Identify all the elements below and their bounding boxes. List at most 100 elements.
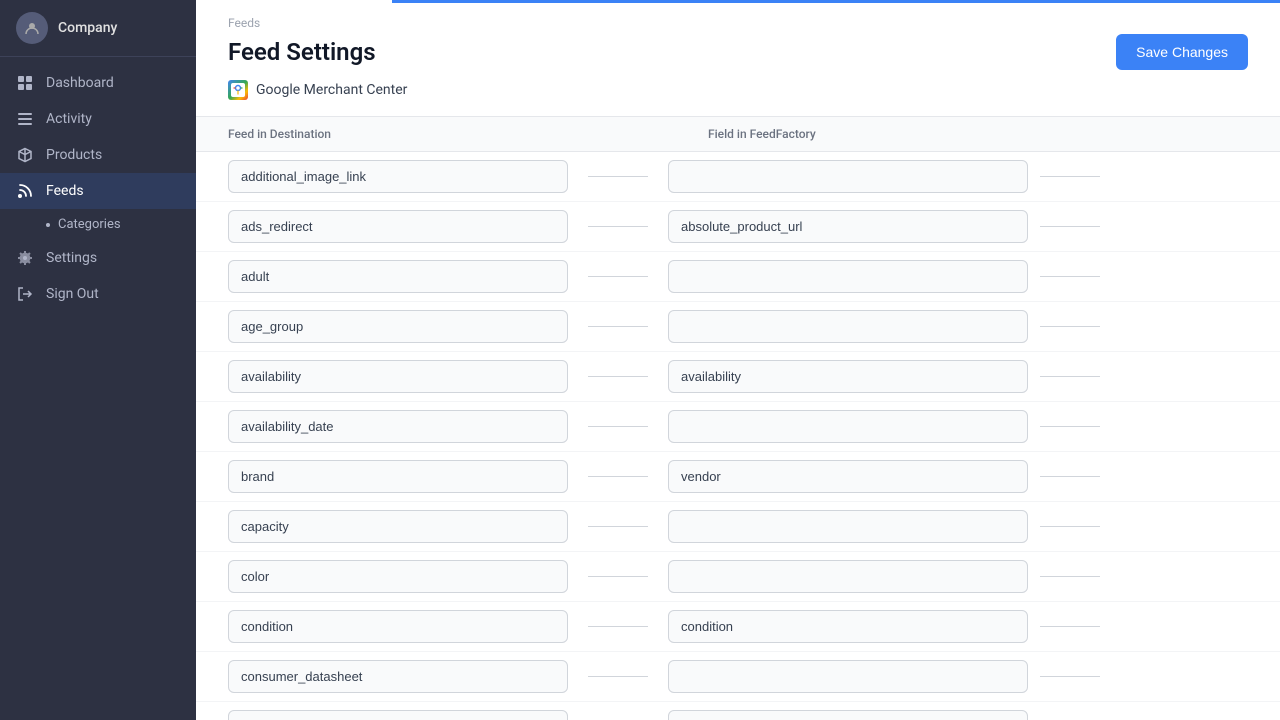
page-header: Feeds Feed Settings Save Changes Google … <box>196 0 1280 117</box>
after-line <box>1040 426 1100 427</box>
table-row <box>196 452 1280 502</box>
connector-line <box>588 176 648 177</box>
after-factory-area <box>1028 476 1248 477</box>
factory-field-input[interactable] <box>668 510 1028 543</box>
sidebar-item-settings-label: Settings <box>46 250 97 266</box>
top-accent-bar <box>392 0 1280 3</box>
table-row <box>196 202 1280 252</box>
connector-area <box>568 626 668 627</box>
connector-area <box>568 426 668 427</box>
factory-field-input[interactable] <box>668 410 1028 443</box>
factory-field-input[interactable] <box>668 560 1028 593</box>
after-line <box>1040 626 1100 627</box>
feed-source: Google Merchant Center <box>228 80 1248 100</box>
sidebar-item-dashboard-label: Dashboard <box>46 75 114 91</box>
dest-field-input[interactable] <box>228 310 568 343</box>
connector-area <box>568 326 668 327</box>
factory-field-input[interactable] <box>668 360 1028 393</box>
connector-line <box>588 626 648 627</box>
factory-field-input[interactable] <box>668 710 1028 720</box>
connector-area <box>568 176 668 177</box>
after-factory-area <box>1028 326 1248 327</box>
dest-field-input[interactable] <box>228 710 568 720</box>
connector-area <box>568 226 668 227</box>
factory-field-input[interactable] <box>668 610 1028 643</box>
dest-field-input[interactable] <box>228 210 568 243</box>
connector-area <box>568 526 668 527</box>
after-line <box>1040 226 1100 227</box>
table-row <box>196 602 1280 652</box>
after-line <box>1040 176 1100 177</box>
table-row <box>196 402 1280 452</box>
after-factory-area <box>1028 426 1248 427</box>
table-row <box>196 352 1280 402</box>
gear-icon <box>16 250 34 266</box>
after-line <box>1040 376 1100 377</box>
factory-field-input[interactable] <box>668 160 1028 193</box>
company-name: Company <box>58 20 117 36</box>
connector-line <box>588 526 648 527</box>
factory-field-input[interactable] <box>668 260 1028 293</box>
connector-area <box>568 276 668 277</box>
dest-field-input[interactable] <box>228 360 568 393</box>
table-row <box>196 502 1280 552</box>
feed-source-label: Google Merchant Center <box>256 82 407 98</box>
sidebar-item-products-label: Products <box>46 147 102 163</box>
after-factory-area <box>1028 276 1248 277</box>
table-row <box>196 552 1280 602</box>
dest-field-input[interactable] <box>228 660 568 693</box>
connector-line <box>588 226 648 227</box>
connector-line <box>588 376 648 377</box>
sidebar-nav: Dashboard Activity Products <box>0 57 196 720</box>
save-button[interactable]: Save Changes <box>1116 34 1248 70</box>
rows-container <box>196 152 1280 720</box>
sidebar-item-feeds[interactable]: Feeds <box>0 173 196 209</box>
sidebar-item-activity[interactable]: Activity <box>0 101 196 137</box>
dest-field-input[interactable] <box>228 260 568 293</box>
dest-field-input[interactable] <box>228 410 568 443</box>
box-icon <box>16 147 34 163</box>
factory-field-input[interactable] <box>668 460 1028 493</box>
sidebar-item-feeds-label: Feeds <box>46 183 84 199</box>
factory-field-input[interactable] <box>668 660 1028 693</box>
after-factory-area <box>1028 626 1248 627</box>
sidebar-header: Company <box>0 0 196 57</box>
connector-line <box>588 426 648 427</box>
avatar <box>16 12 48 44</box>
logout-icon <box>16 286 34 302</box>
factory-field-input[interactable] <box>668 210 1028 243</box>
after-factory-area <box>1028 676 1248 677</box>
sidebar-item-dashboard[interactable]: Dashboard <box>0 65 196 101</box>
sidebar-item-products[interactable]: Products <box>0 137 196 173</box>
sidebar-item-signout[interactable]: Sign Out <box>0 276 196 312</box>
dest-field-input[interactable] <box>228 460 568 493</box>
grid-icon <box>16 75 34 91</box>
list-icon <box>16 111 34 127</box>
dest-field-input[interactable] <box>228 510 568 543</box>
after-factory-area <box>1028 226 1248 227</box>
table-row <box>196 252 1280 302</box>
connector-area <box>568 576 668 577</box>
after-factory-area <box>1028 376 1248 377</box>
breadcrumb: Feeds <box>228 16 1248 30</box>
after-line <box>1040 276 1100 277</box>
mapping-table: Feed in Destination Field in FeedFactory <box>196 117 1280 720</box>
sidebar-item-categories[interactable]: Categories <box>0 209 196 240</box>
connector-area <box>568 476 668 477</box>
table-row <box>196 302 1280 352</box>
after-line <box>1040 526 1100 527</box>
connector-line <box>588 326 648 327</box>
dest-field-input[interactable] <box>228 610 568 643</box>
connector-area <box>568 376 668 377</box>
sidebar-item-settings[interactable]: Settings <box>0 240 196 276</box>
after-factory-area <box>1028 576 1248 577</box>
table-row <box>196 652 1280 702</box>
connector-line <box>588 476 648 477</box>
col-factory-header: Field in FeedFactory <box>708 127 1248 141</box>
col-dest-header: Feed in Destination <box>228 127 608 141</box>
sidebar-item-categories-label: Categories <box>58 217 121 232</box>
google-merchant-icon <box>228 80 248 100</box>
dest-field-input[interactable] <box>228 160 568 193</box>
factory-field-input[interactable] <box>668 310 1028 343</box>
dest-field-input[interactable] <box>228 560 568 593</box>
